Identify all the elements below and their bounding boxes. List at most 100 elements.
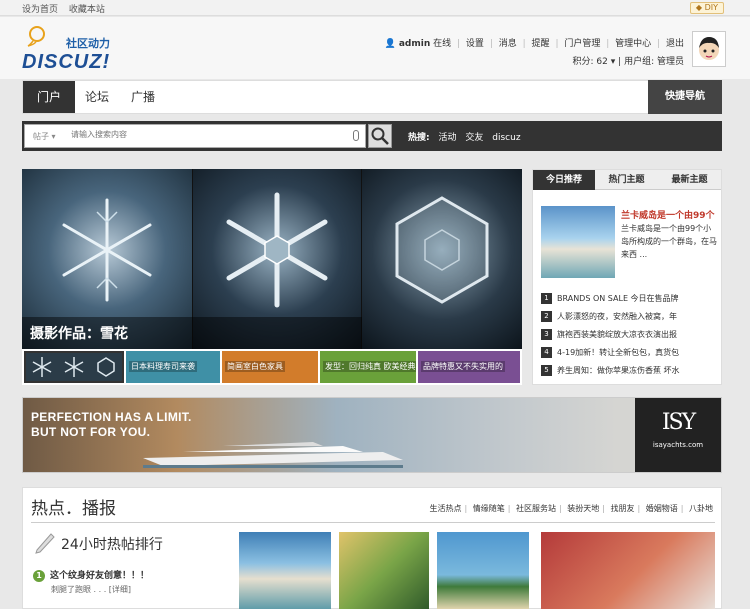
- search-input[interactable]: [71, 130, 351, 139]
- hot-image[interactable]: [541, 532, 715, 609]
- top-links: 设为首页 收藏本站: [22, 2, 113, 15]
- separator: |: [657, 39, 661, 49]
- pen-icon: [35, 533, 55, 554]
- tab-today-recommend[interactable]: 今日推荐: [533, 170, 595, 190]
- brand-panel: ISY isayachts.com: [635, 398, 721, 472]
- hot-image[interactable]: [239, 532, 331, 609]
- search-type-select[interactable]: 帖子 ▾: [33, 131, 56, 142]
- separator: |: [507, 504, 511, 513]
- separator: |: [457, 39, 461, 49]
- diy-label: DIY: [704, 3, 718, 12]
- search-bar: 帖子 ▾ 热搜: 活动 交友 discuz: [22, 121, 722, 151]
- nav-tab-forum[interactable]: 论坛: [85, 81, 109, 113]
- user-icon: 👤: [384, 39, 396, 49]
- chevron-down-icon[interactable]: ▾: [611, 57, 616, 67]
- hexagon-crystal-icon: [395, 196, 489, 304]
- ranking-title: 24小时热帖排行: [61, 537, 163, 553]
- tab-hot-topics[interactable]: 热门主题: [595, 170, 658, 190]
- portal-admin-link[interactable]: 门户管理: [564, 39, 600, 49]
- separator: |: [559, 504, 562, 513]
- bookmark-site-link[interactable]: 收藏本站: [69, 5, 105, 15]
- search-box: 帖子 ▾: [24, 124, 366, 148]
- thumbnail-label: 品牌特惠又不失实用的: [421, 361, 505, 372]
- list-item-text: 4-19加新！转让全新包包，真货包: [557, 348, 680, 357]
- settings-link[interactable]: 设置: [466, 39, 484, 49]
- list-item[interactable]: 2 人影漂怒的夜，安然融入被窝，年: [541, 308, 719, 326]
- thumbnail[interactable]: 发型：回归纯真 欧美经典: [320, 351, 416, 383]
- snowflake-icon: [226, 192, 328, 308]
- category-link[interactable]: 社区服务站: [516, 504, 556, 513]
- thumbnail-active[interactable]: [24, 351, 124, 383]
- username-link[interactable]: admin: [399, 39, 430, 49]
- list-item[interactable]: 4 4-19加新！转让全新包包，真货包: [541, 344, 719, 362]
- main-nav: 门户 论坛 广播 快捷导航: [22, 80, 722, 114]
- ranking-item-title: 这个纹身好友创意！！！: [50, 571, 150, 581]
- thumbnail[interactable]: 简画室白色家具: [222, 351, 318, 383]
- slide-image[interactable]: [362, 169, 522, 349]
- messages-link[interactable]: 消息: [499, 39, 517, 49]
- thumbnail-label: 简画室白色家具: [225, 361, 285, 372]
- featured-image[interactable]: [541, 206, 615, 278]
- category-link[interactable]: 婚姻物语: [646, 504, 678, 513]
- admin-center-link[interactable]: 管理中心: [615, 39, 651, 49]
- logo-subtitle: 社区动力: [66, 37, 110, 50]
- nav-tab-broadcast[interactable]: 广播: [131, 81, 155, 113]
- recommend-panel: 今日推荐 热门主题 最新主题 兰卡威岛是一个由99个 兰卡威岛是一个由99个小岛…: [532, 169, 722, 385]
- category-link[interactable]: 生活热点: [430, 504, 462, 513]
- yacht-ad-banner[interactable]: PERFECTION HAS A LIMIT. BUT NOT FOR YOU.…: [22, 397, 722, 473]
- site-logo[interactable]: 社区动力 DISCUZ!: [22, 25, 132, 75]
- site-header: 社区动力 DISCUZ! 👤 admin 在线 | 设置 | 消息 | 提醒 |…: [0, 17, 750, 79]
- top-utility-bar: 设为首页 收藏本站 ◆ DIY: [0, 0, 750, 16]
- user-group-link[interactable]: 用户组: 管理员: [624, 57, 684, 67]
- nav-tab-portal[interactable]: 门户: [23, 81, 76, 113]
- panel-tabs: 今日推荐 热门主题 最新主题: [533, 170, 721, 190]
- online-status[interactable]: 在线: [433, 39, 451, 49]
- tab-latest-topics[interactable]: 最新主题: [658, 170, 721, 190]
- category-link[interactable]: 情缘随笔: [473, 504, 505, 513]
- avatar[interactable]: [692, 31, 726, 67]
- ranking-item-summary[interactable]: 刺腿了跑眼 . . . [详细]: [51, 584, 131, 595]
- separator: |: [606, 39, 610, 49]
- hot-search-terms: 热搜: 活动 交友 discuz: [408, 130, 527, 143]
- brand-website: isayachts.com: [652, 441, 704, 449]
- thumbnail-label: 发型：回归纯真 欧美经典: [323, 361, 416, 372]
- hot-term-activity[interactable]: 活动: [438, 133, 456, 143]
- logout-link[interactable]: 退出: [666, 39, 684, 49]
- hot-term-friends[interactable]: 交友: [465, 133, 483, 143]
- search-button[interactable]: [368, 124, 392, 148]
- category-links: 生活热点 | 情缘随笔 | 社区服务站 | 装扮天地 | 找朋友 | 婚姻物语 | 八卦地: [430, 503, 714, 514]
- separator: |: [680, 504, 684, 513]
- list-item[interactable]: 3 旗袍西装美貌绽放大凉衣衣演出报: [541, 326, 719, 344]
- banner-line-1: PERFECTION HAS A LIMIT.: [31, 410, 192, 424]
- category-link[interactable]: 找朋友: [611, 504, 635, 513]
- hot-news-section: 热点．播报 生活热点 | 情缘随笔 | 社区服务站 | 装扮天地 | 找朋友 | 婚姻物语…: [22, 487, 722, 609]
- category-link[interactable]: 八卦地: [689, 504, 713, 513]
- featured-title[interactable]: 兰卡威岛是一个由99个: [621, 208, 715, 221]
- points-link[interactable]: 积分: 62: [573, 57, 608, 67]
- set-homepage-link[interactable]: 设为首页: [22, 5, 58, 15]
- thumbnail[interactable]: 品牌特惠又不失实用的: [418, 351, 520, 383]
- brand-logo: ISY: [661, 410, 696, 435]
- separator: |: [602, 504, 605, 513]
- hot-term-discuz[interactable]: discuz: [492, 133, 520, 143]
- hot-image[interactable]: [437, 532, 529, 609]
- thumbnail[interactable]: 日本料理寿司来袭: [126, 351, 220, 383]
- lightbulb-icon: [27, 26, 45, 47]
- separator: |: [555, 39, 559, 49]
- ranking-item[interactable]: 1 这个纹身好友创意！！！: [33, 568, 149, 582]
- diy-button[interactable]: ◆ DIY: [689, 2, 724, 14]
- list-item-text: 旗袍西装美貌绽放大凉衣衣演出报: [557, 330, 677, 339]
- separator: |: [464, 504, 468, 513]
- list-item[interactable]: 1 BRANDS ON SALE 今日在售品牌: [541, 290, 719, 308]
- hot-image[interactable]: [339, 532, 429, 609]
- microphone-icon[interactable]: [353, 130, 359, 141]
- list-item[interactable]: 5 养生周知：做你苹果冻伤香蕉 坏水: [541, 362, 719, 380]
- category-link[interactable]: 装扮天地: [567, 504, 599, 513]
- logo-text: DISCUZ!: [22, 51, 111, 73]
- snowflake-thumb-icon: [32, 357, 115, 377]
- notifications-link[interactable]: 提醒: [532, 39, 550, 49]
- divider: [31, 522, 715, 523]
- separator: |: [637, 504, 641, 513]
- user-stats: 积分: 62 ▾ | 用户组: 管理员: [573, 54, 684, 67]
- quick-nav-button[interactable]: 快捷导航: [648, 80, 722, 114]
